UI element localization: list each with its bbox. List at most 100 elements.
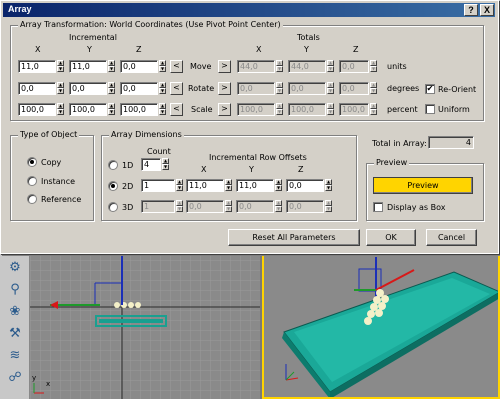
2d-offset-y-field[interactable]: 11,0 <box>236 179 274 192</box>
rotate-total-x-spinner: ▲ ▼ <box>276 82 283 94</box>
close-button[interactable]: X <box>480 4 494 16</box>
copy-radio[interactable] <box>27 157 37 167</box>
left-toolbar: ⚙ ⚲ ❀ ⚒ ≋ ☍ <box>0 250 30 399</box>
move-left-arrow-button[interactable]: < <box>170 60 183 73</box>
scale-unit-label: percent <box>387 105 418 114</box>
link-icon[interactable]: ☍ <box>5 368 25 386</box>
scale-inc-x-field[interactable]: 100,0 <box>18 103 56 116</box>
rotate-label: Rotate <box>188 84 215 93</box>
scale-inc-y-field[interactable]: 100,0 <box>69 103 107 116</box>
rotate-left-arrow-button[interactable]: < <box>170 82 183 95</box>
totals-y-header: Y <box>304 45 309 54</box>
3d-offset-z-spinner: ▲ ▼ <box>325 200 332 212</box>
2d-offset-y-spinner[interactable]: ▲ ▼ <box>275 179 282 192</box>
gear-icon[interactable]: ⚙ <box>5 258 25 276</box>
count-label: Count <box>147 147 171 156</box>
1d-count-spinner[interactable]: ▲ ▼ <box>162 158 169 171</box>
rotate-total-y-field: 0,0 <box>288 82 326 95</box>
scale-inc-z-field[interactable]: 100,0 <box>120 103 158 116</box>
totals-x-header: X <box>256 45 262 54</box>
move-inc-z-field[interactable]: 0,0 <box>120 60 158 73</box>
3d-offset-y-field: 0,0 <box>236 200 274 213</box>
rotate-inc-x-field[interactable]: 0,0 <box>18 82 56 95</box>
2d-offset-z-spinner[interactable]: ▲ ▼ <box>325 179 332 192</box>
2d-label: 2D <box>122 182 134 191</box>
rotate-inc-z-field[interactable]: 0,0 <box>120 82 158 95</box>
1d-radio[interactable] <box>108 160 118 170</box>
move-total-x-field: 44,0 <box>237 60 275 73</box>
offset-x-header: X <box>201 165 207 174</box>
move-inc-x-spinner[interactable]: ▲ ▼ <box>57 60 64 73</box>
display-as-box-label: Display as Box <box>387 203 446 212</box>
rotate-inc-x-spinner[interactable]: ▲ ▼ <box>57 82 64 95</box>
viewport-top[interactable]: x y <box>30 250 260 399</box>
1d-count-field[interactable]: 4 <box>141 158 161 171</box>
move-right-arrow-button[interactable]: > <box>218 60 231 73</box>
cancel-button[interactable]: Cancel <box>426 229 477 246</box>
incremental-y-header: Y <box>87 45 92 54</box>
1d-label: 1D <box>122 161 134 170</box>
viewport-top-grid <box>30 250 260 399</box>
reference-radio[interactable] <box>27 194 37 204</box>
3d-label: 3D <box>122 203 134 212</box>
move-total-y-spinner: ▲ ▼ <box>327 60 334 72</box>
spiral-icon[interactable]: ❀ <box>5 302 25 320</box>
reorient-label: Re-Orient <box>438 85 477 94</box>
2d-offset-x-spinner[interactable]: ▲ ▼ <box>225 179 232 192</box>
scale-label: Scale <box>191 105 213 114</box>
incremental-x-header: X <box>35 45 41 54</box>
scale-inc-y-spinner[interactable]: ▲ ▼ <box>108 103 115 116</box>
2d-count-spinner[interactable]: ▲ ▼ <box>176 179 183 192</box>
move-inc-x-field[interactable]: 11,0 <box>18 60 56 73</box>
totals-label: Totals <box>297 33 320 42</box>
wrench-icon[interactable]: ⚒ <box>5 324 25 342</box>
uniform-label: Uniform <box>438 105 470 114</box>
2d-radio[interactable] <box>108 181 118 191</box>
move-label: Move <box>190 62 212 71</box>
viewport-axis-x-label: x <box>46 380 51 388</box>
rotate-inc-z-spinner[interactable]: ▲ ▼ <box>159 82 166 95</box>
rotate-inc-y-field[interactable]: 0,0 <box>69 82 107 95</box>
preview-button[interactable]: Preview <box>373 177 473 194</box>
3d-offset-z-field: 0,0 <box>286 200 324 213</box>
move-total-z-field: 0,0 <box>339 60 369 73</box>
array-transformation-title: Array Transformation: World Coordinates … <box>18 20 283 29</box>
move-inc-y-spinner[interactable]: ▲ ▼ <box>108 60 115 73</box>
3d-offset-y-spinner: ▲ ▼ <box>275 200 282 212</box>
scale-total-y-field: 100,0 <box>288 103 326 116</box>
rotate-right-arrow-button[interactable]: > <box>218 82 231 95</box>
help-button[interactable]: ? <box>464 4 478 16</box>
rotate-total-z-spinner: ▲ ▼ <box>370 82 377 94</box>
wave-icon[interactable]: ≋ <box>5 346 25 364</box>
scale-total-y-spinner: ▲ ▼ <box>327 103 334 115</box>
move-inc-y-field[interactable]: 11,0 <box>69 60 107 73</box>
display-as-box-checkbox[interactable] <box>373 202 383 212</box>
instance-radio[interactable] <box>27 176 37 186</box>
2d-offset-x-field[interactable]: 11,0 <box>186 179 224 192</box>
uniform-checkbox[interactable] <box>425 104 435 114</box>
pin-icon[interactable]: ⚲ <box>5 280 25 298</box>
3d-count-spinner: ▲ ▼ <box>176 200 183 212</box>
reorient-checkbox[interactable]: ✔ <box>425 84 435 94</box>
viewport-perspective[interactable] <box>262 250 500 399</box>
reset-all-parameters-button[interactable]: Reset All Parameters <box>228 229 360 246</box>
move-inc-z-spinner[interactable]: ▲ ▼ <box>159 60 166 73</box>
scale-right-arrow-button[interactable]: > <box>218 103 231 116</box>
preview-group-title: Preview <box>374 158 410 167</box>
rotate-inc-y-spinner[interactable]: ▲ ▼ <box>108 82 115 95</box>
2d-offset-z-field[interactable]: 0,0 <box>286 179 324 192</box>
move-total-y-field: 44,0 <box>288 60 326 73</box>
dialog-titlebar[interactable]: Array ? X <box>3 3 495 17</box>
array-dimensions-title: Array Dimensions <box>109 130 184 139</box>
scale-left-arrow-button[interactable]: < <box>170 103 183 116</box>
rotate-total-x-field: 0,0 <box>237 82 275 95</box>
ok-button[interactable]: OK <box>366 229 416 246</box>
3d-count-field: 1 <box>141 200 175 213</box>
3d-radio[interactable] <box>108 202 118 212</box>
3d-offset-x-field: 0,0 <box>186 200 224 213</box>
2d-count-field[interactable]: 1 <box>141 179 175 192</box>
viewport-perspective-scene <box>282 257 498 397</box>
incremental-row-offsets-label: Incremental Row Offsets <box>209 153 307 162</box>
scale-inc-z-spinner[interactable]: ▲ ▼ <box>159 103 166 116</box>
scale-inc-x-spinner[interactable]: ▲ ▼ <box>57 103 64 116</box>
